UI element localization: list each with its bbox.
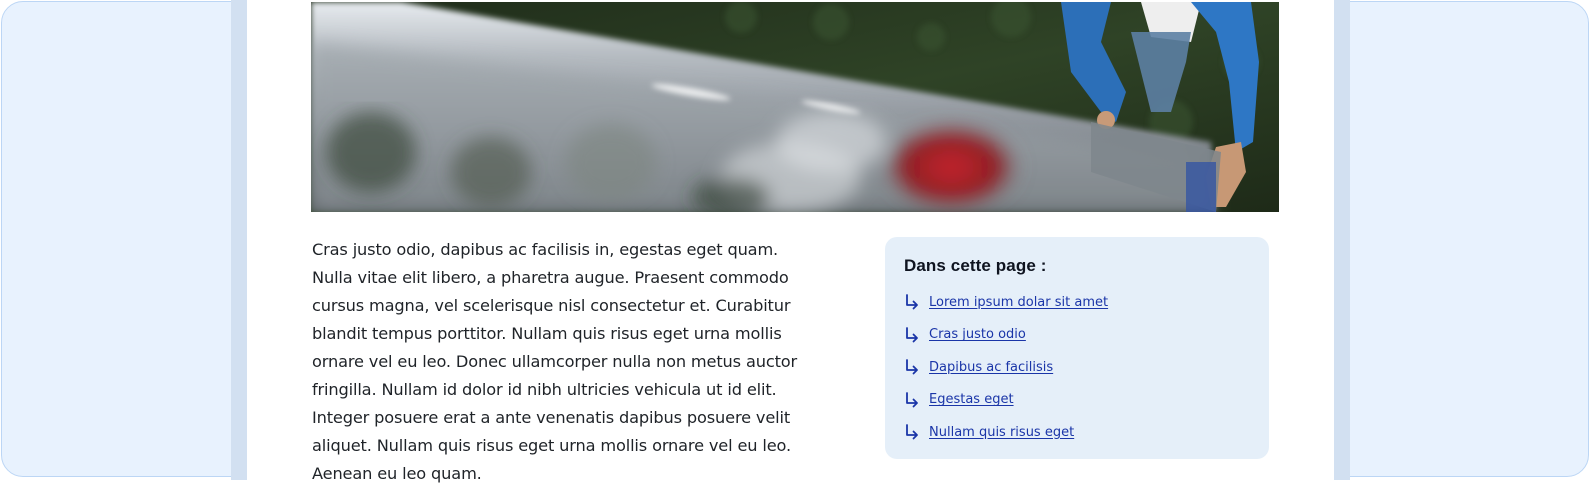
toc-list: Lorem ipsum dolar sit amet Cras justo od… (904, 286, 1251, 449)
arrow-return-icon (906, 359, 918, 375)
table-of-contents: Dans cette page : Lorem ipsum dolar sit … (885, 237, 1269, 459)
arrow-return-icon (906, 424, 918, 440)
toc-item: Nullam quis risus eget (904, 416, 1251, 449)
ladder-photo (311, 2, 1279, 212)
arrow-return-icon (906, 326, 918, 343)
toc-title: Dans cette page : (904, 256, 1047, 275)
article-paragraph: Cras justo odio, dapibus ac facilisis in… (312, 240, 798, 483)
toc-link-cras-justo[interactable]: Cras justo odio (929, 327, 1026, 342)
toc-link-egestas[interactable]: Egestas eget (929, 392, 1014, 407)
hero-image (311, 2, 1279, 212)
toc-item: Dapibus ac facilisis (904, 351, 1251, 384)
toc-link-nullam[interactable]: Nullam quis risus eget (929, 425, 1074, 440)
toc-item: Egestas eget (904, 384, 1251, 417)
page-content: Cras justo odio, dapibus ac facilisis in… (247, 0, 1334, 483)
arrow-return-icon (906, 391, 918, 408)
toc-item: Cras justo odio (904, 319, 1251, 352)
arrow-return-icon (906, 294, 918, 310)
toc-item: Lorem ipsum dolar sit amet (904, 286, 1251, 319)
toc-link-lorem-ipsum[interactable]: Lorem ipsum dolar sit amet (929, 295, 1108, 310)
toc-link-dapibus[interactable]: Dapibus ac facilisis (929, 360, 1053, 375)
